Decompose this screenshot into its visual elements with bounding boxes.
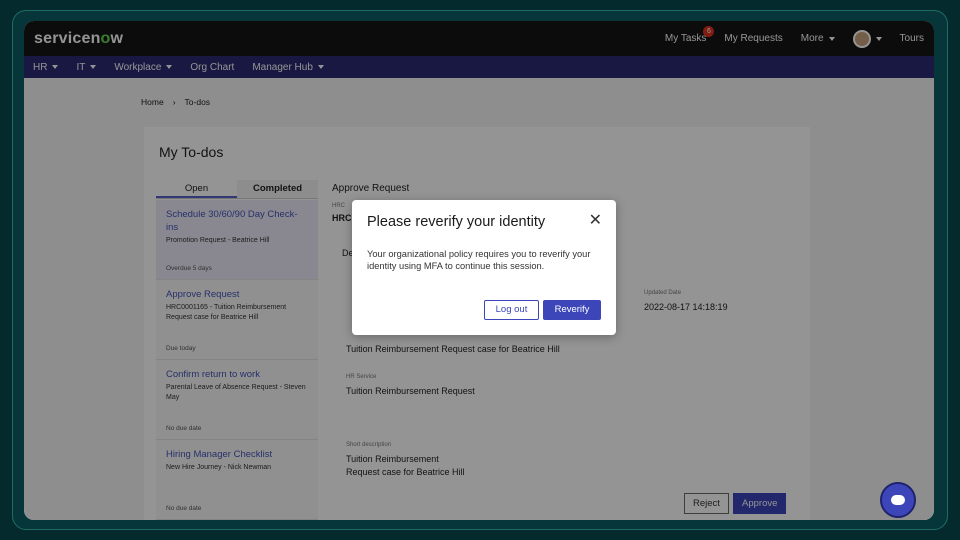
app-screen: servicenow My Tasks 6 My Requests More To… [24, 21, 934, 520]
reverify-button[interactable]: Reverify [543, 300, 601, 320]
logout-button[interactable]: Log out [484, 300, 539, 320]
reverify-dialog: Please reverify your identity ✕ Your org… [352, 200, 616, 335]
chat-icon[interactable] [880, 482, 916, 518]
dialog-message: Your organizational policy requires you … [367, 249, 591, 271]
dialog-title: Please reverify your identity [367, 214, 546, 230]
close-icon[interactable]: ✕ [589, 213, 602, 229]
